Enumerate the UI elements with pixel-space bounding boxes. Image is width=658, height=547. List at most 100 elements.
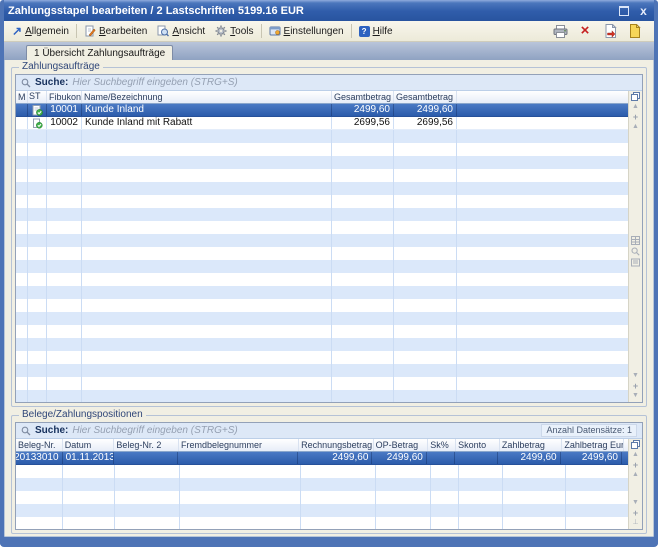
- positions-side-toolbar: ▲ + ▲ ▼ + ⊥: [628, 439, 642, 529]
- col-beleg-nr[interactable]: Beleg-Nr.: [16, 439, 63, 451]
- col-op-betrag[interactable]: OP-Betrag: [374, 439, 429, 451]
- add-row-button[interactable]: +: [633, 509, 638, 517]
- cell-skonto: [455, 452, 499, 464]
- document-check-icon: [32, 118, 43, 129]
- positions-row-20133010[interactable]: 20133010 01.11.2013 /Fr 2499,60 2499,60 …: [16, 452, 628, 465]
- col-fremdbelegnummer[interactable]: Fremdbelegnummer: [179, 439, 299, 451]
- menu-tools[interactable]: Tools: [210, 24, 258, 38]
- orders-table: M ST Fibukonto Name/Bezeichnung Gesamtbe…: [16, 91, 628, 402]
- application-window: Zahlungsstapel bearbeiten / 2 Lastschrif…: [0, 0, 658, 547]
- cell-beleg-nr: 20133010: [16, 452, 63, 464]
- scroll-up-button[interactable]: ▲: [632, 123, 639, 131]
- scroll-down-button[interactable]: ▼: [632, 372, 639, 380]
- menu-allgemein[interactable]: ↗ Allgemein: [7, 25, 74, 38]
- scroll-bottom-button[interactable]: ▼: [632, 392, 639, 400]
- cell-fibukonto: 10002: [47, 117, 82, 129]
- cell-m: [16, 104, 28, 116]
- column-chooser-button[interactable]: [631, 92, 640, 101]
- help-icon: ?: [359, 26, 370, 37]
- group-label: Zahlungsaufträge: [19, 61, 103, 72]
- close-icon: x: [640, 6, 647, 16]
- cell-zahlbetrag-euro: 2499,60: [561, 452, 622, 464]
- document-check-icon: [32, 105, 43, 116]
- scroll-up-button[interactable]: ▲: [632, 471, 639, 479]
- insert-row-button[interactable]: +: [633, 461, 638, 469]
- window-title: Zahlungsstapel bearbeiten / 2 Lastschrif…: [8, 5, 304, 17]
- menu-ansicht[interactable]: Ansicht: [152, 24, 210, 38]
- scroll-end-button[interactable]: ⊥: [632, 519, 638, 527]
- column-chooser-button[interactable]: [631, 440, 640, 449]
- menu-hilfe[interactable]: ? Hilfe: [354, 25, 398, 38]
- orders-search-bar[interactable]: Suche:: [16, 75, 642, 91]
- orders-row-10001[interactable]: 10001 Kunde Inland 2499,60 2499,60: [16, 104, 628, 117]
- cell-rechnungsbetrag: 2499,60: [298, 452, 372, 464]
- menu-bearbeiten[interactable]: Bearbeiten: [79, 24, 152, 38]
- menu-bar: ↗ Allgemein Bearbeiten Ansicht Tools Ein…: [4, 21, 654, 42]
- settings-panel-icon: [269, 25, 281, 37]
- col-gesamtbetrag-euro[interactable]: Gesamtbetrag Euro: [394, 91, 457, 103]
- col-sk-prozent[interactable]: Sk%: [428, 439, 456, 451]
- orders-row-10002[interactable]: 10002 Kunde Inland mit Rabatt 2699,56 26…: [16, 117, 628, 130]
- col-beleg-nr-2[interactable]: Beleg-Nr. 2: [114, 439, 179, 451]
- cell-beleg-nr-2: [114, 452, 178, 464]
- cell-gesamtbetrag: 2499,60: [332, 104, 394, 116]
- edit-document-icon: [84, 25, 96, 37]
- cell-st: [28, 117, 47, 129]
- cell-m: [16, 117, 28, 129]
- scroll-top-button[interactable]: ▲: [632, 103, 639, 111]
- col-st[interactable]: ST: [28, 91, 47, 103]
- scroll-top-button[interactable]: ▲: [632, 451, 639, 459]
- grid-view-button[interactable]: [631, 236, 640, 245]
- add-row-button[interactable]: +: [633, 382, 638, 390]
- positions-empty-rows: [16, 465, 628, 529]
- orders-empty-rows: [16, 130, 628, 402]
- tab-strip: 1 Übersicht Zahlungsaufträge: [4, 42, 654, 60]
- orders-search-input[interactable]: [72, 77, 637, 88]
- menu-einstellungen[interactable]: Einstellungen: [264, 24, 349, 38]
- restore-icon: [619, 6, 629, 16]
- col-rechnungsbetrag[interactable]: Rechnungsbetrag: [299, 439, 374, 451]
- printer-icon: [553, 25, 568, 38]
- delete-button[interactable]: ×: [577, 23, 593, 39]
- arrow-ne-icon: ↗: [12, 26, 22, 36]
- restore-button[interactable]: [617, 5, 630, 17]
- col-datum[interactable]: Datum: [63, 439, 115, 451]
- positions-search-input[interactable]: [72, 425, 537, 436]
- col-zahlbetrag[interactable]: Zahlbetrag: [500, 439, 563, 451]
- col-skonto[interactable]: Skonto: [456, 439, 500, 451]
- gear-icon: [215, 25, 227, 37]
- positions-table: Beleg-Nr. Datum Beleg-Nr. 2 Fremdbelegnu…: [16, 439, 628, 529]
- col-m[interactable]: M: [16, 91, 28, 103]
- menu-separator: [261, 24, 262, 38]
- cell-name: Kunde Inland mit Rabatt: [82, 117, 332, 129]
- col-gesamtbetrag[interactable]: Gesamtbetrag: [332, 91, 394, 103]
- orders-table-header: M ST Fibukonto Name/Bezeichnung Gesamtbe…: [16, 91, 628, 104]
- new-document-icon: [629, 24, 641, 38]
- cell-gesamtbetrag: 2699,56: [332, 117, 394, 129]
- scroll-down-button[interactable]: ▼: [632, 499, 639, 507]
- new-document-button[interactable]: [627, 23, 643, 39]
- title-bar[interactable]: Zahlungsstapel bearbeiten / 2 Lastschrif…: [0, 0, 658, 21]
- cell-gesamtbetrag-euro: 2699,56: [394, 117, 457, 129]
- cell-name: Kunde Inland: [82, 104, 332, 116]
- notes-button[interactable]: [631, 258, 640, 267]
- insert-row-button[interactable]: +: [633, 113, 638, 121]
- close-button[interactable]: x: [637, 5, 650, 17]
- zoom-button[interactable]: [631, 247, 640, 256]
- search-icon: [21, 78, 31, 88]
- print-button[interactable]: [552, 23, 568, 39]
- menu-separator: [76, 24, 77, 38]
- tab-uebersicht-zahlungsauftraege[interactable]: 1 Übersicht Zahlungsaufträge: [26, 45, 173, 60]
- cell-fibukonto: 10001: [47, 104, 82, 116]
- export-button[interactable]: [602, 23, 618, 39]
- col-name-bezeichnung[interactable]: Name/Bezeichnung: [82, 91, 332, 103]
- search-label: Suche:: [35, 425, 68, 436]
- search-icon: [21, 426, 31, 436]
- search-label: Suche:: [35, 77, 68, 88]
- export-document-icon: [604, 24, 617, 38]
- col-zahlbetrag-euro[interactable]: Zahlbetrag Euro: [562, 439, 624, 451]
- col-fibukonto[interactable]: Fibukonto: [47, 91, 82, 103]
- group-label: Belege/Zahlungspositionen: [19, 409, 146, 420]
- positions-search-bar[interactable]: Suche: Anzahl Datensätze: 1: [16, 423, 642, 439]
- record-count-badge: Anzahl Datensätze: 1: [541, 424, 637, 437]
